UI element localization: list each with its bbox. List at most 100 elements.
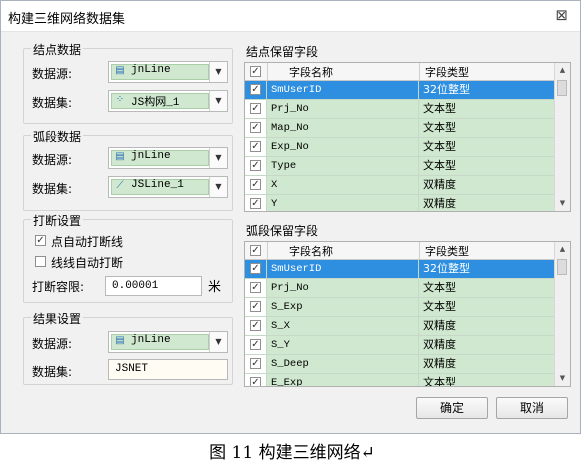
result-dataset-input[interactable]: JSNET bbox=[108, 359, 228, 380]
keep-field-checkbox[interactable]: ✓ bbox=[250, 160, 261, 171]
select-all-checkbox[interactable]: ✓ bbox=[250, 245, 261, 256]
table-row[interactable]: ✓ Prj_No 文本型 bbox=[245, 279, 556, 298]
scroll-thumb[interactable] bbox=[557, 259, 567, 275]
field-type-cell: 文本型 bbox=[419, 157, 556, 176]
field-type-cell: 双精度 bbox=[419, 317, 556, 336]
scroll-up-icon[interactable]: ▲ bbox=[555, 63, 570, 78]
keep-field-checkbox[interactable]: ✓ bbox=[250, 122, 261, 133]
column-divider bbox=[267, 242, 268, 259]
auto-break-point-checkbox[interactable]: ✓ bbox=[35, 235, 46, 246]
chevron-down-icon[interactable]: ▼ bbox=[209, 332, 227, 352]
table-row[interactable]: ✓ Prj_No 文本型 bbox=[245, 100, 556, 119]
table-row[interactable]: ✓ S_X 双精度 bbox=[245, 317, 556, 336]
keep-field-checkbox[interactable]: ✓ bbox=[250, 320, 261, 331]
scroll-down-icon[interactable]: ▼ bbox=[555, 371, 570, 386]
field-name-cell: X bbox=[267, 176, 419, 195]
table-row[interactable]: ✓ Y 双精度 bbox=[245, 195, 556, 211]
dialog-window: 构建三维网络数据集 ⊠ 结点数据 数据源: ▤ jnLine ▼ 数据集: ⁘ … bbox=[0, 0, 581, 434]
keep-field-checkbox[interactable]: ✓ bbox=[250, 198, 261, 209]
cancel-button[interactable]: 取消 bbox=[496, 397, 568, 419]
checkbox-cell: ✓ bbox=[245, 81, 267, 100]
datasource-icon: ▤ bbox=[115, 335, 125, 346]
datasource-icon: ▤ bbox=[115, 65, 125, 76]
chevron-down-icon[interactable]: ▼ bbox=[209, 91, 227, 111]
keep-field-checkbox[interactable]: ✓ bbox=[250, 103, 261, 114]
auto-break-line-checkbox[interactable] bbox=[35, 256, 46, 267]
checkbox-cell: ✓ bbox=[245, 260, 267, 279]
node-source-select[interactable]: ▤ jnLine ▼ bbox=[108, 61, 228, 83]
field-name-cell: Y bbox=[267, 195, 419, 211]
vertical-scrollbar[interactable]: ▲ ▼ bbox=[554, 63, 570, 211]
node-dataset-select[interactable]: ⁘ JS构网_1 ▼ bbox=[108, 90, 228, 112]
node-dataset-label: 数据集: bbox=[32, 96, 73, 110]
field-name-cell: Prj_No bbox=[267, 279, 419, 298]
arc-fields-table: ✓ 字段名称 字段类型 ✓ SmUserID 32位整型 ✓ Prj_No 文本型 ✓ S_Exp… bbox=[244, 241, 571, 387]
arc-source-label: 数据源: bbox=[32, 153, 73, 167]
arc-data-group-title: 弧段数据 bbox=[31, 128, 84, 145]
field-type-cell: 文本型 bbox=[419, 279, 556, 298]
scroll-up-icon[interactable]: ▲ bbox=[555, 242, 570, 257]
field-name-cell: SmUserID bbox=[267, 81, 419, 100]
chevron-down-icon[interactable]: ▼ bbox=[209, 148, 227, 168]
checkbox-cell: ✓ bbox=[245, 176, 267, 195]
field-type-cell: 32位整型 bbox=[419, 260, 556, 279]
select-all-checkbox[interactable]: ✓ bbox=[250, 66, 261, 77]
field-name-cell: Map_No bbox=[267, 119, 419, 138]
table-row[interactable]: ✓ SmUserID 32位整型 bbox=[245, 81, 556, 100]
arc-dataset-select[interactable]: ⟋ JSLine_1 ▼ bbox=[108, 176, 228, 198]
field-name-cell: S_Deep bbox=[267, 355, 419, 374]
keep-field-checkbox[interactable]: ✓ bbox=[250, 263, 261, 274]
scroll-down-icon[interactable]: ▼ bbox=[555, 196, 570, 211]
chevron-down-icon[interactable]: ▼ bbox=[209, 62, 227, 82]
checkbox-cell: ✓ bbox=[245, 119, 267, 138]
node-fields-table: ✓ 字段名称 字段类型 ✓ SmUserID 32位整型 ✓ Prj_No 文本型 ✓ Map_N… bbox=[244, 62, 571, 212]
checkbox-cell: ✓ bbox=[245, 355, 267, 374]
result-source-value: jnLine bbox=[131, 334, 171, 346]
window-title: 构建三维网络数据集 bbox=[8, 12, 126, 27]
arc-dataset-value: JSLine_1 bbox=[131, 179, 184, 191]
table-row[interactable]: ✓ E_Exp 文本型 bbox=[245, 374, 556, 386]
table-row[interactable]: ✓ S_Deep 双精度 bbox=[245, 355, 556, 374]
field-name-cell: S_Exp bbox=[267, 298, 419, 317]
arc-dataset-label: 数据集: bbox=[32, 182, 73, 196]
column-header-field-name: 字段名称 bbox=[289, 66, 333, 79]
table-row[interactable]: ✓ Type 文本型 bbox=[245, 157, 556, 176]
result-source-select[interactable]: ▤ jnLine ▼ bbox=[108, 331, 228, 353]
node-data-group bbox=[23, 48, 233, 124]
arc-fields-title: 弧段保留字段 bbox=[246, 224, 319, 238]
table-row[interactable]: ✓ Exp_No 文本型 bbox=[245, 138, 556, 157]
column-header-field-name: 字段名称 bbox=[289, 245, 333, 258]
tolerance-input[interactable]: 0.00001 bbox=[105, 276, 202, 296]
scroll-thumb[interactable] bbox=[557, 80, 567, 96]
keep-field-checkbox[interactable]: ✓ bbox=[250, 339, 261, 350]
checkbox-cell: ✓ bbox=[245, 336, 267, 355]
chevron-down-icon[interactable]: ▼ bbox=[209, 177, 227, 197]
checkbox-cell: ✓ bbox=[245, 374, 267, 386]
table-row[interactable]: ✓ X 双精度 bbox=[245, 176, 556, 195]
keep-field-checkbox[interactable]: ✓ bbox=[250, 179, 261, 190]
vertical-scrollbar[interactable]: ▲ ▼ bbox=[554, 242, 570, 386]
auto-break-point-label: 点自动打断线 bbox=[51, 235, 124, 249]
ok-button[interactable]: 确定 bbox=[416, 397, 488, 419]
node-source-value: jnLine bbox=[131, 64, 171, 76]
table-header: ✓ 字段名称 字段类型 bbox=[245, 242, 570, 260]
table-row[interactable]: ✓ SmUserID 32位整型 bbox=[245, 260, 556, 279]
arc-source-select[interactable]: ▤ jnLine ▼ bbox=[108, 147, 228, 169]
checkbox-cell: ✓ bbox=[245, 317, 267, 336]
keep-field-checkbox[interactable]: ✓ bbox=[250, 282, 261, 293]
table-row[interactable]: ✓ Map_No 文本型 bbox=[245, 119, 556, 138]
keep-field-checkbox[interactable]: ✓ bbox=[250, 141, 261, 152]
column-header-field-type: 字段类型 bbox=[425, 245, 469, 258]
table-row[interactable]: ✓ S_Exp 文本型 bbox=[245, 298, 556, 317]
keep-field-checkbox[interactable]: ✓ bbox=[250, 84, 261, 95]
table-row[interactable]: ✓ S_Y 双精度 bbox=[245, 336, 556, 355]
field-type-cell: 双精度 bbox=[419, 195, 556, 211]
close-icon[interactable]: ⊠ bbox=[555, 6, 568, 24]
keep-field-checkbox[interactable]: ✓ bbox=[250, 301, 261, 312]
keep-field-checkbox[interactable]: ✓ bbox=[250, 377, 261, 386]
field-type-cell: 文本型 bbox=[419, 119, 556, 138]
keep-field-checkbox[interactable]: ✓ bbox=[250, 358, 261, 369]
checkbox-cell: ✓ bbox=[245, 100, 267, 119]
checkbox-cell: ✓ bbox=[245, 138, 267, 157]
line-dataset-icon: ⟋ bbox=[116, 180, 124, 191]
